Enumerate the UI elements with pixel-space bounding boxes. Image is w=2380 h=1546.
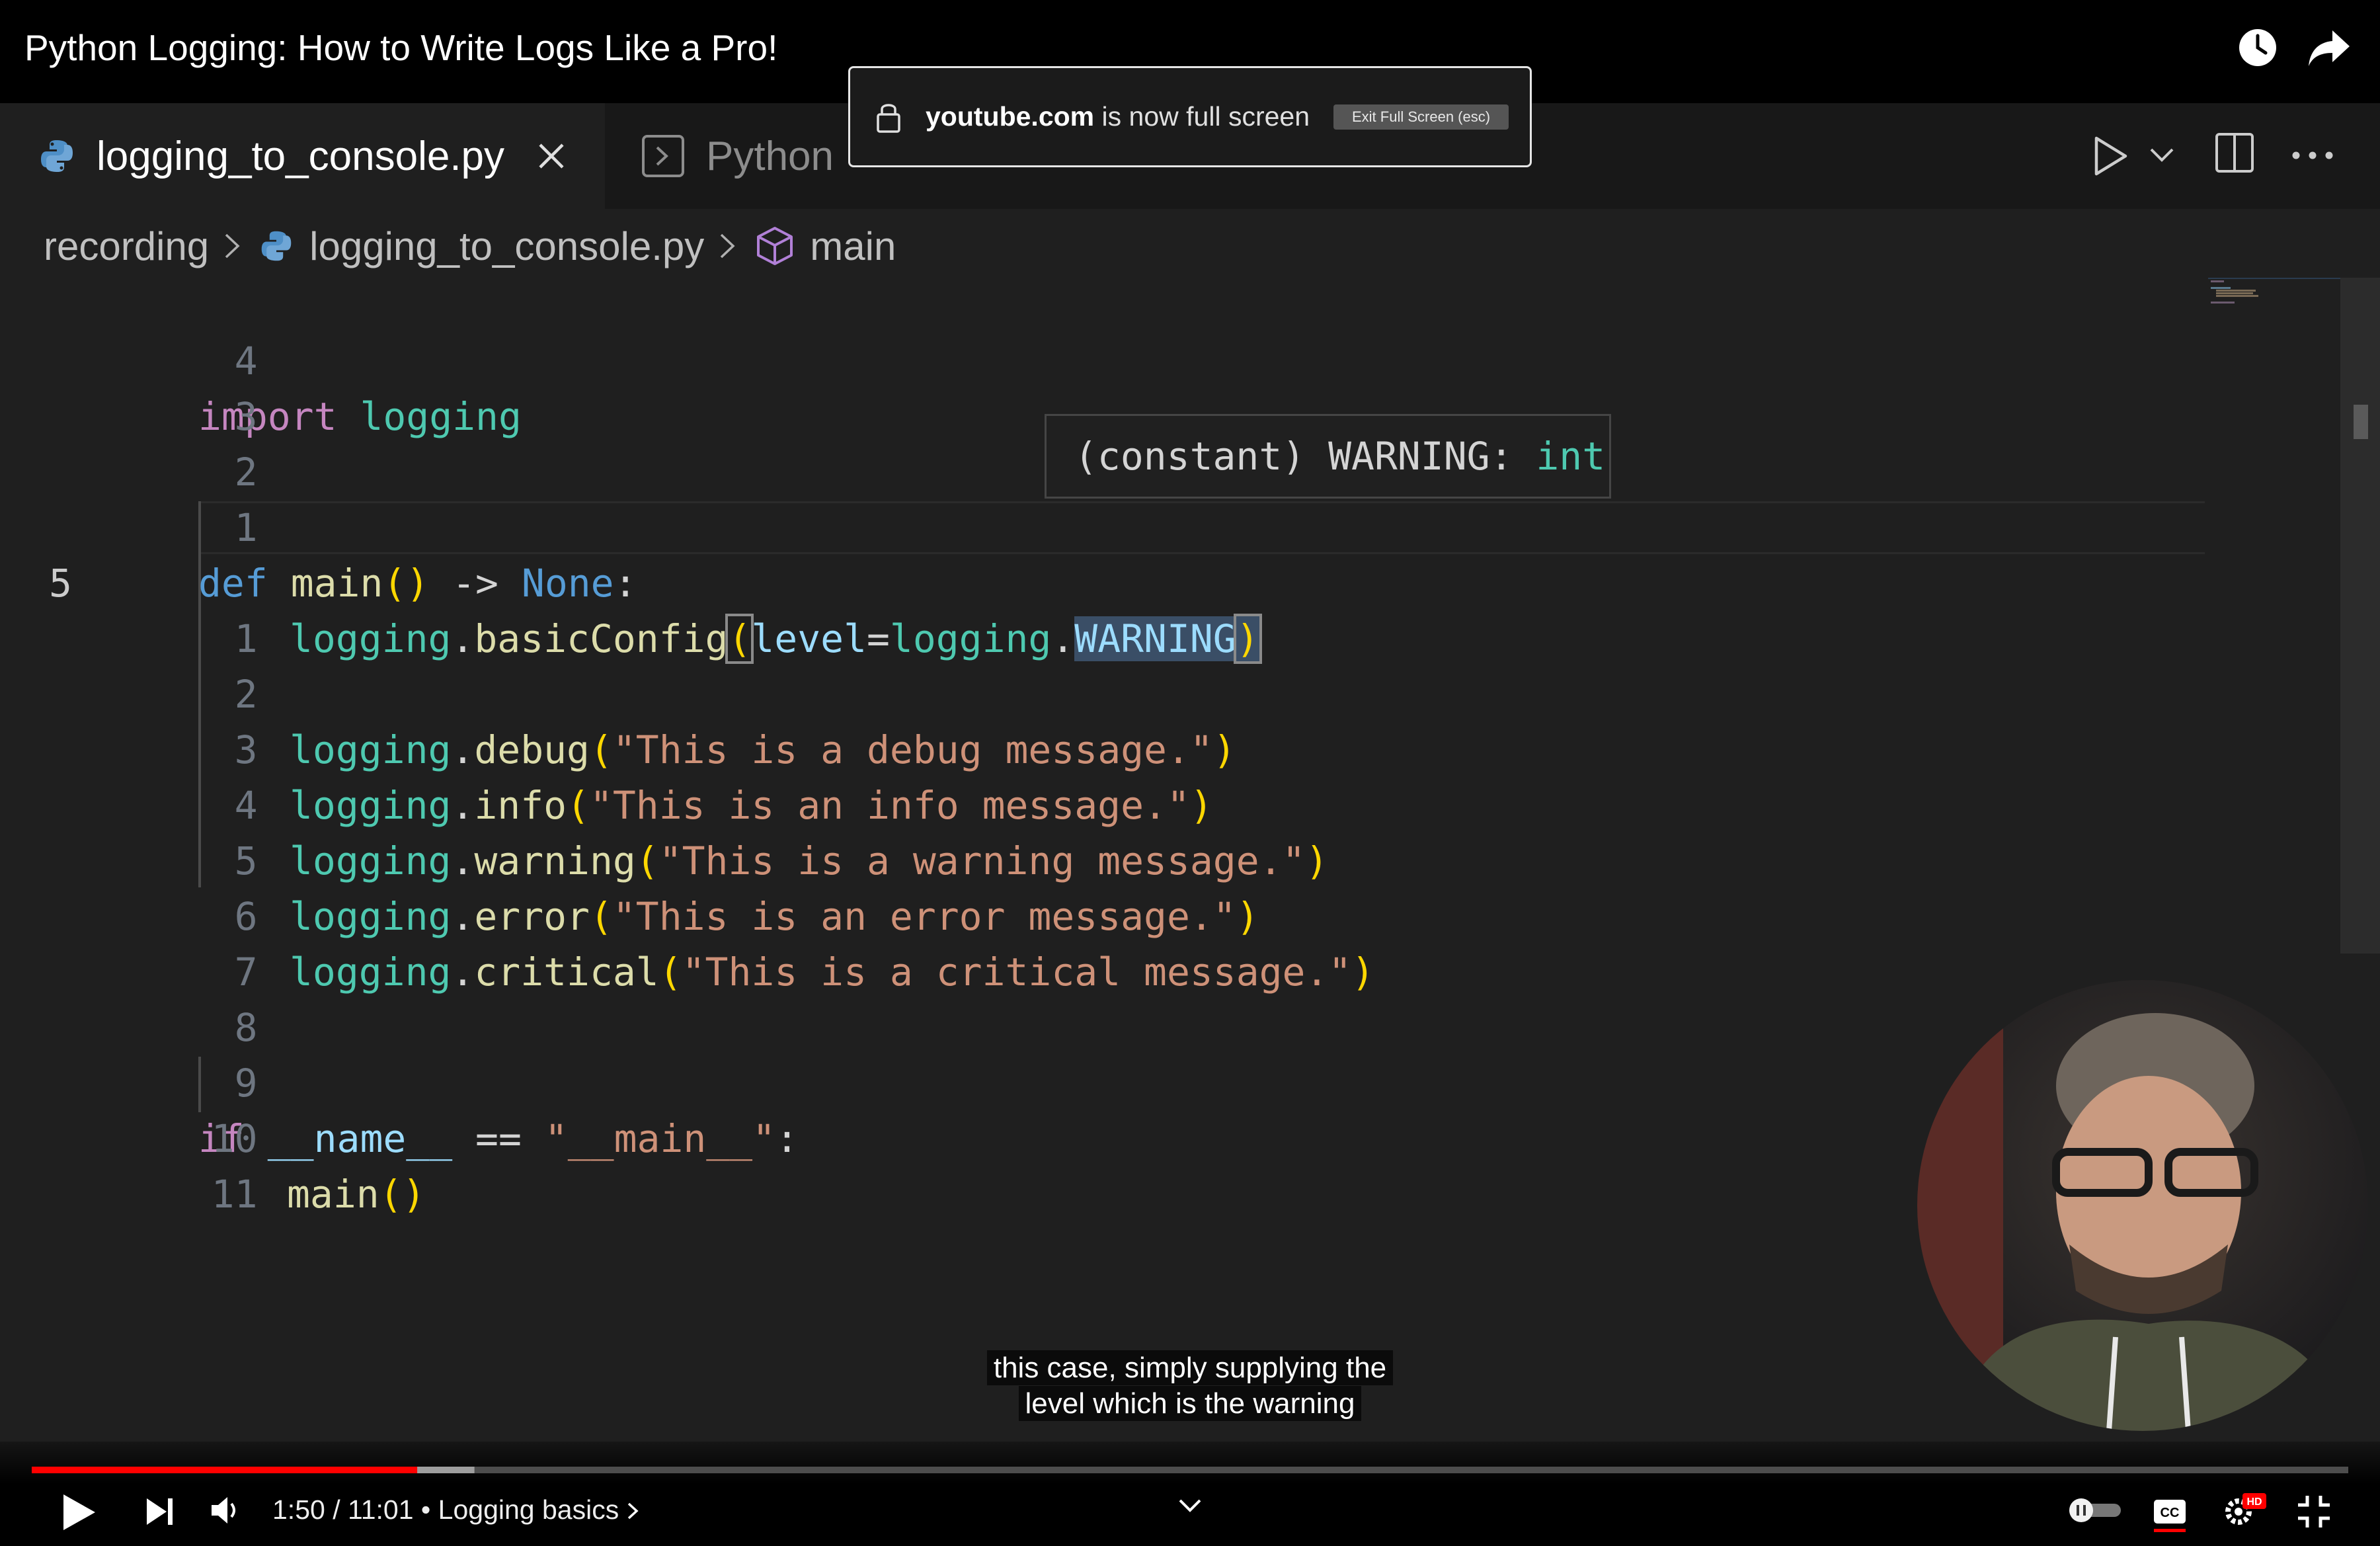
chapter-title[interactable]: Logging basics <box>438 1494 619 1525</box>
split-editor-icon[interactable] <box>2215 132 2254 173</box>
code-line: 9 if __name__ == "__main__": <box>0 1000 2208 1161</box>
svg-text:CC: CC <box>2161 1506 2180 1520</box>
volume-icon[interactable] <box>210 1496 241 1525</box>
video-title[interactable]: Python Logging: How to Write Logs Like a… <box>24 26 777 69</box>
chevron-right-icon <box>225 233 240 259</box>
time-display: 1:50 / 11:01 • Logging basics <box>272 1493 639 1526</box>
scrollbar[interactable] <box>2340 278 2380 954</box>
code-token: () <box>379 1172 426 1217</box>
chapter-separator: • <box>413 1494 438 1525</box>
progress-bar[interactable] <box>32 1467 2348 1473</box>
fullscreen-domain: youtube.com <box>926 101 1095 132</box>
share-icon[interactable] <box>2307 28 2351 67</box>
code-line: 10 main() <box>0 1055 2208 1217</box>
chevron-right-icon[interactable] <box>627 1502 639 1520</box>
code-line: 4 logging.warning("This is a warning mes… <box>0 722 2208 883</box>
breadcrumb: recording logging_to_console.py main <box>44 220 896 272</box>
caption-line: this case, simply supplying the <box>986 1350 1394 1385</box>
hover-tooltip: (constant) WARNING: int <box>1045 414 1611 499</box>
code-line: 11 <box>0 1111 2208 1217</box>
python-file-icon <box>41 140 73 172</box>
close-icon[interactable] <box>536 141 567 171</box>
code-token: main <box>287 1172 379 1217</box>
code-line-current: 5 logging.basicConfig(level=logging.WARN… <box>0 500 2208 664</box>
next-icon[interactable] <box>144 1496 176 1527</box>
code-line: 3 logging.info("This is an info message.… <box>0 667 2208 828</box>
lock-icon <box>877 103 900 133</box>
more-actions-icon[interactable] <box>2291 151 2334 160</box>
breadcrumb-folder[interactable]: recording <box>44 224 209 269</box>
breadcrumb-file[interactable]: logging_to_console.py <box>309 224 704 269</box>
code-line: 5 logging.error("This is an error messag… <box>0 778 2208 939</box>
code-line: 7 <box>0 889 2208 995</box>
captions-icon[interactable]: CC <box>2153 1496 2187 1533</box>
code-line: 6 logging.critical("This is a critical m… <box>0 833 2208 995</box>
breadcrumb-symbol[interactable]: main <box>810 224 896 269</box>
watch-later-icon[interactable] <box>2237 26 2279 69</box>
video-player[interactable]: Python Logging: How to Write Logs Like a… <box>0 0 2380 1546</box>
exit-fullscreen-button[interactable]: Exit Full Screen (esc) <box>1333 104 1509 130</box>
terminal-icon <box>642 135 684 177</box>
fullscreen-text: is now full screen <box>1094 101 1310 132</box>
time-value: 1:50 / 11:01 <box>272 1494 414 1525</box>
symbol-method-icon <box>757 227 793 265</box>
fullscreen-message: youtube.com is now full screen <box>926 101 1310 132</box>
code-line: 4 import logging <box>0 278 2208 439</box>
code-line: 3 <box>0 333 2208 439</box>
chevron-down-icon[interactable] <box>1178 1498 1202 1513</box>
code-line: 1 <box>0 555 2208 661</box>
fullscreen-notice: youtube.com is now full screen Exit Full… <box>848 66 1532 167</box>
autoplay-toggle-icon[interactable] <box>2068 1497 2122 1524</box>
run-icon[interactable] <box>2092 136 2129 177</box>
hd-badge: HD <box>2246 1496 2262 1508</box>
tab-label: Python <box>706 133 834 179</box>
captions: this case, simply supplying the level wh… <box>0 1350 2380 1422</box>
scrollbar-thumb[interactable] <box>2354 405 2368 439</box>
tab-label: logging_to_console.py <box>97 133 505 179</box>
line-number: 11 <box>211 1172 258 1217</box>
chevron-down-icon[interactable] <box>2149 147 2175 164</box>
progress-played <box>32 1467 418 1473</box>
python-file-icon <box>261 231 292 261</box>
caption-line: level which is the warning <box>1018 1386 1362 1421</box>
code-line: 8 <box>0 944 2208 1050</box>
chevron-right-icon <box>721 233 735 259</box>
play-icon[interactable] <box>61 1493 98 1531</box>
exit-fullscreen-icon[interactable] <box>2297 1494 2331 1529</box>
hover-signature: (constant) WARNING: <box>1074 434 1536 479</box>
settings-icon[interactable]: HD <box>2220 1492 2268 1529</box>
hover-type: int <box>1536 434 1606 479</box>
code-line: 2 logging.debug("This is a debug message… <box>0 611 2208 772</box>
minimap[interactable] <box>2208 275 2340 328</box>
tab-logging-to-console[interactable]: logging_to_console.py <box>0 103 605 209</box>
